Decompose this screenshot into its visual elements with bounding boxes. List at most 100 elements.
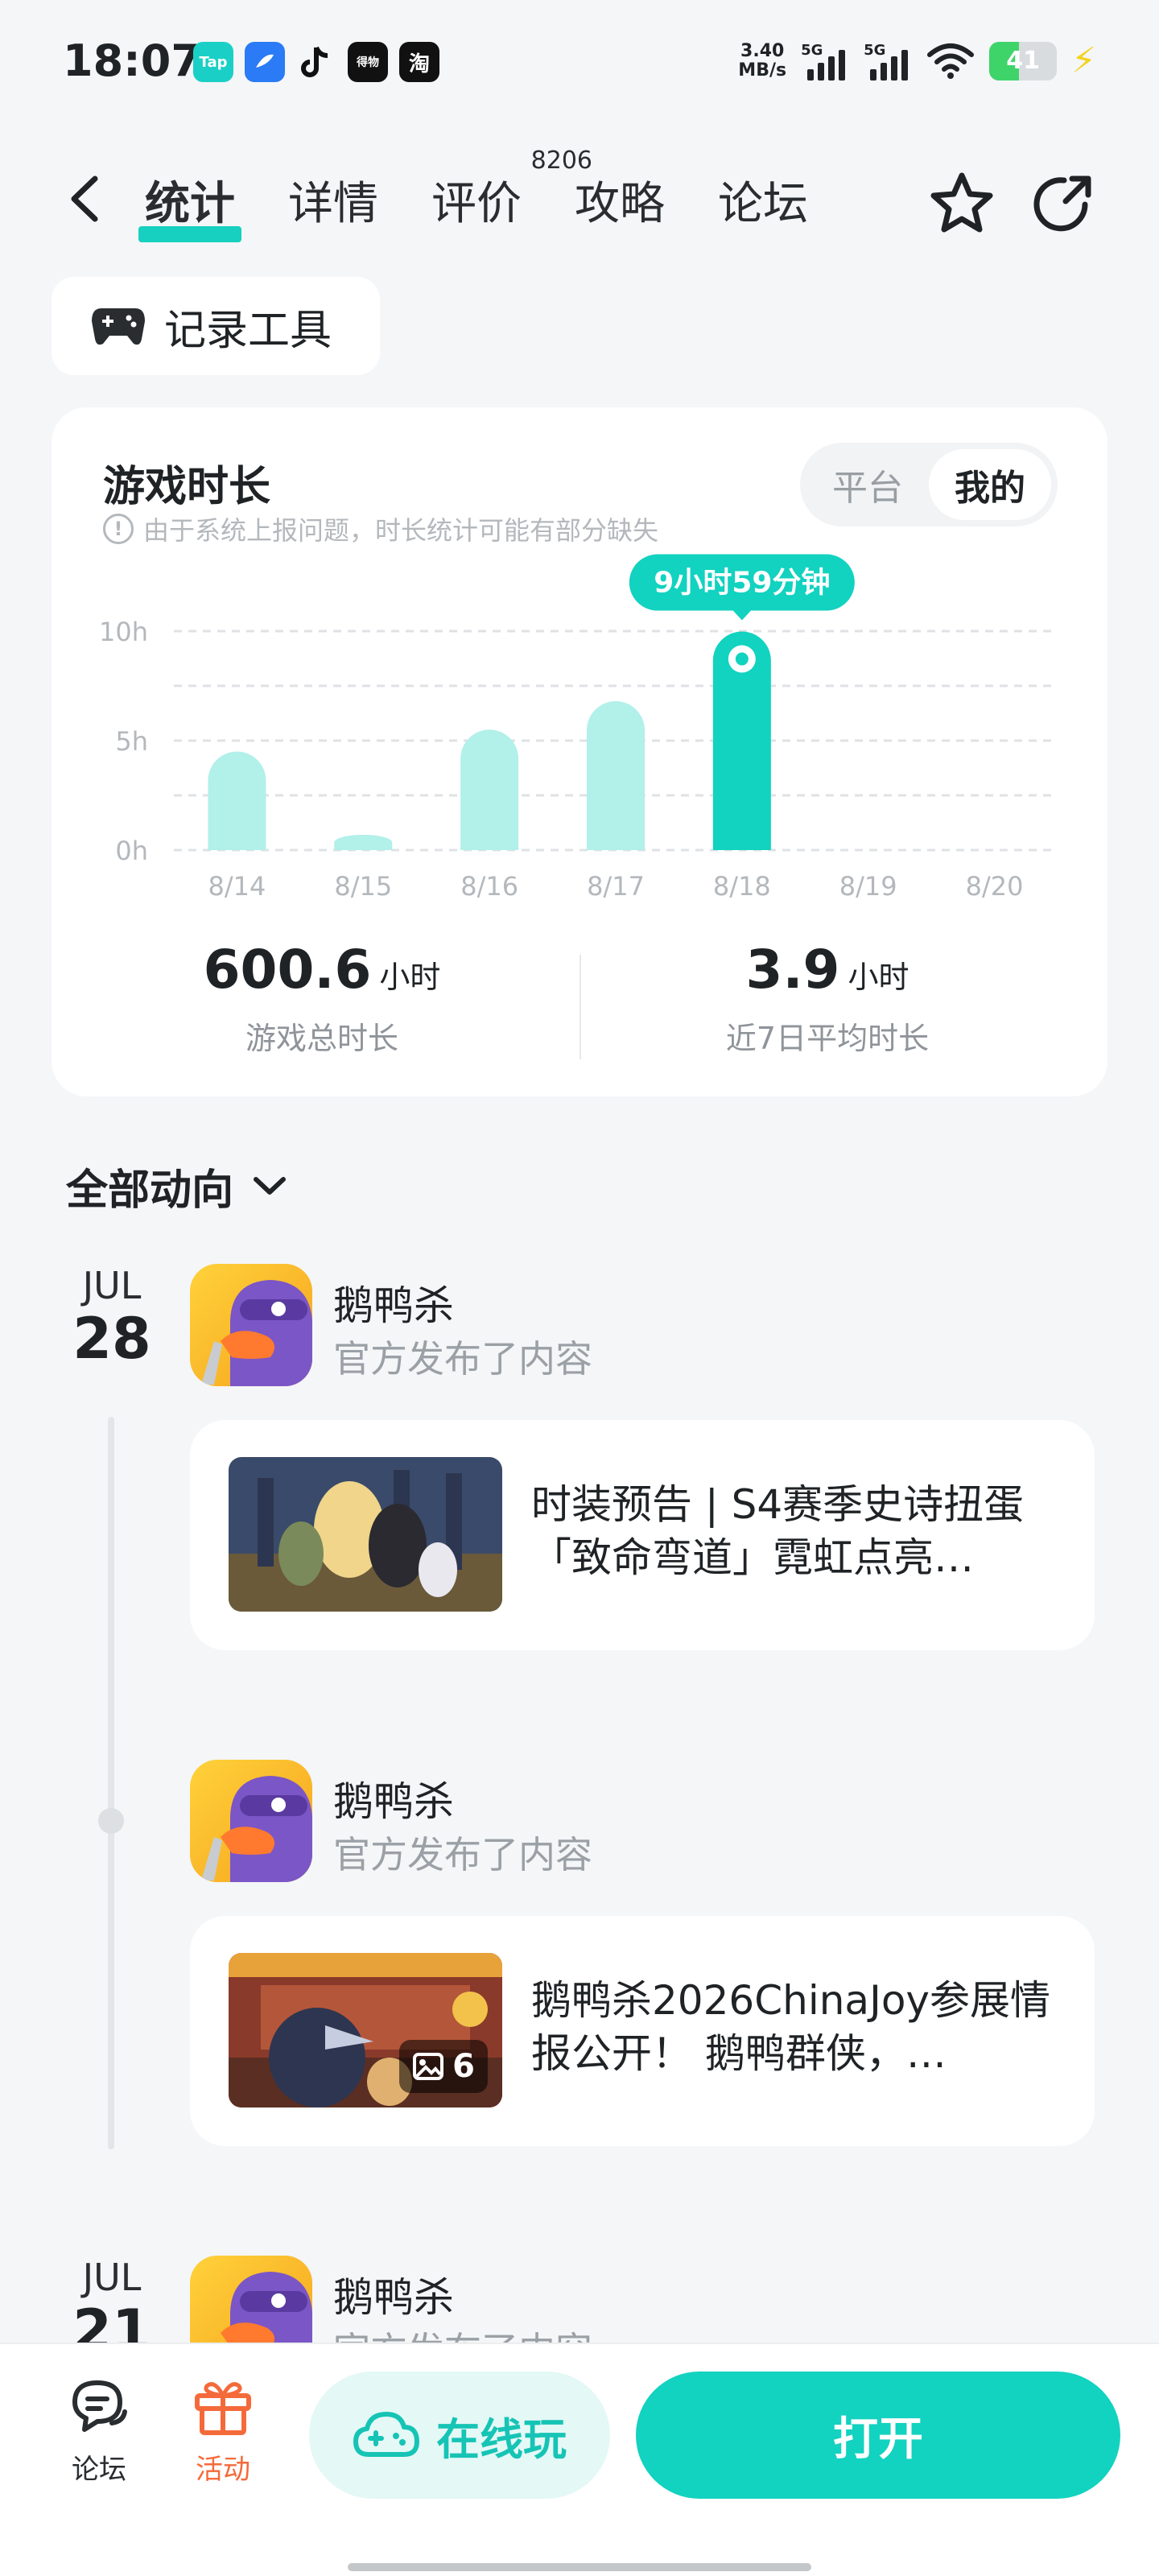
date-day: 28 [72,1306,151,1372]
entry-subtitle: 官方发布了内容 [333,1833,592,1876]
tab-reviews-label: 评价 [431,178,522,230]
post-title: 时装预告 | S4赛季史诗扭蛋「致命弯道」霓虹点亮… [531,1481,1025,1581]
image-count: 6 [452,2048,475,2085]
avg-playtime-unit: 小时 [848,960,909,995]
x-tick-label: 8/19 [839,871,897,902]
play-online-label: 在线玩 [436,2413,567,2465]
open-game-button[interactable]: 打开 [636,2372,1120,2499]
bar [460,729,519,850]
taobao-icon: 淘 [399,42,439,82]
playtime-stats: 600.6 小时 游戏总时长 3.9 小时 近7日平均时长 [52,939,1107,1067]
bottom-forum-button[interactable]: 论坛 [47,2376,151,2487]
forum-label: 论坛 [72,2454,126,2486]
total-playtime: 600.6 小时 游戏总时长 [97,939,547,1058]
gift-icon [195,2382,251,2435]
post-card[interactable]: 时装预告 | S4赛季史诗扭蛋「致命弯道」霓虹点亮… [190,1420,1095,1650]
tab-forum[interactable]: 论坛 [718,167,808,233]
top-nav: 统计 详情 评价 8206 攻略 论坛 [0,147,1159,250]
speed-unit: MB/s [738,60,787,80]
star-icon[interactable] [926,167,998,240]
tab-stats-label: 统计 [145,178,235,230]
forum-chat-icon [72,2380,127,2432]
post-thumbnail [229,1457,502,1612]
dewu-icon: 得物 [348,42,388,82]
activity-label: 活动 [196,2454,250,2486]
gamepad-icon [92,308,145,345]
status-indicators: 3.40 MB/s 5G 5G 41 ⚡ [738,40,1096,81]
tab-guides-label: 攻略 [575,178,665,230]
taptap-icon: Tap [193,42,233,82]
tab-bar: 统计 详情 评价 8206 攻略 论坛 [138,147,861,242]
feed-date: JUL 28 [52,1264,172,1370]
image-count-badge: 6 [399,2040,488,2093]
tab-details-label: 详情 [288,178,378,230]
status-app-icons: Tap 得物 淘 [193,42,439,82]
tab-reviews[interactable]: 评价 8206 [431,147,592,233]
playtime-card: 游戏时长 ! 由于系统上报问题，时长统计可能有部分缺失 平台 我的 10h 5h 0… [52,407,1107,1096]
tab-guides[interactable]: 攻略 [575,167,665,233]
image-icon [413,2053,444,2080]
x-tick-label: 8/15 [334,871,392,902]
y-tick-label: 5h [115,726,148,757]
avg-playtime-value: 3.9 [745,939,840,1001]
charging-icon: ⚡ [1071,40,1096,81]
game-icon [190,1760,312,1882]
record-tool-button[interactable]: 记录工具 [52,277,380,375]
tiktok-icon [296,42,336,82]
total-playtime-unit: 小时 [379,960,441,995]
record-tool-label: 记录工具 [164,306,332,355]
signal-2-label: 5G [864,41,886,59]
status-time: 18:07 [63,35,201,86]
feed-entry-header[interactable]: 鹅鸭杀 官方发布了内容 [190,1760,1075,1885]
tab-details[interactable]: 详情 [288,167,378,233]
avg-playtime-label: 近7日平均时长 [725,1021,930,1056]
y-tick-label: 10h [99,617,148,647]
play-online-button[interactable]: 在线玩 [309,2372,610,2499]
stats-divider [580,955,581,1059]
chevron-down-icon [254,1176,287,1195]
battery-icon: 41 [989,41,1058,80]
x-tick-label: 8/20 [966,871,1024,902]
signal-5g-1-icon: 5G [801,42,849,80]
home-indicator[interactable] [348,2563,811,2571]
x-tick-label: 8/17 [587,871,645,902]
post-title: 鹅鸭杀2026ChinaJoy参展情报公开！ 鹅鸭群侠，… [531,1977,1050,2077]
game-icon [190,1264,312,1386]
feed-entry-header[interactable]: 鹅鸭杀 官方发布了内容 [190,1264,1075,1389]
y-tick-label: 0h [115,836,148,866]
post-card[interactable]: 6 鹅鸭杀2026ChinaJoy参展情报公开！ 鹅鸭群侠，… [190,1916,1095,2146]
game-name: 鹅鸭杀 [333,1282,454,1329]
back-arrow-icon[interactable] [63,171,111,227]
bar-highlight-dot-inner [735,652,749,666]
battery-level: 41 [1006,46,1040,75]
open-game-label: 打开 [833,2413,923,2466]
status-bar: 18:07 Tap 得物 淘 3.40 MB/s 5G 5G 41 ⚡ [0,0,1159,129]
game-name: 鹅鸭杀 [333,1778,454,1825]
bar-tooltip-pointer [732,609,752,621]
bar [334,834,393,850]
bottom-activity-button[interactable]: 活动 [171,2376,275,2487]
network-speed: 3.40 MB/s [738,41,787,80]
x-tick-label: 8/14 [208,871,266,902]
tab-stats[interactable]: 统计 [138,167,241,242]
signal-1-label: 5G [801,41,823,59]
x-tick-label: 8/16 [460,871,518,902]
share-icon[interactable] [1029,167,1101,240]
bar-tooltip-label: 9小时59分钟 [654,567,830,600]
app-feather-icon [245,42,285,82]
bottom-action-bar: 论坛 活动 在线玩 打开 [0,2343,1159,2576]
x-tick-label: 8/18 [713,871,771,902]
total-playtime-label: 游戏总时长 [245,1021,398,1056]
bar [587,701,645,850]
total-playtime-value: 600.6 [203,939,372,1001]
playtime-chart: 10h 5h 0h 8/14 8/15 8/16 8/17 9小时59分钟 8/18 8/19 8/… [99,554,1058,902]
date-month: JUL [82,2256,142,2299]
wifi-icon [927,43,975,79]
signal-5g-2-icon: 5G [864,42,912,80]
feed-header-label: 全部动向 [66,1166,234,1215]
entry-subtitle: 官方发布了内容 [333,1337,592,1381]
game-name: 鹅鸭杀 [333,2274,454,2321]
feed-filter[interactable]: 全部动向 [66,1156,288,1216]
timeline-dot [98,1808,124,1834]
post-thumbnail: 6 [229,1953,502,2107]
